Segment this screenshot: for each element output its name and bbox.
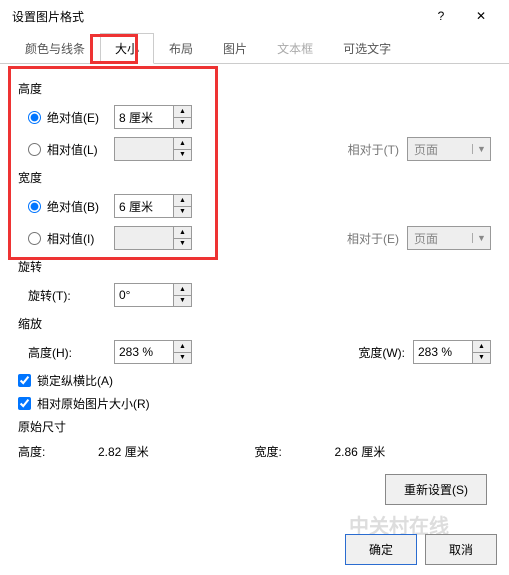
- width-absolute-radio[interactable]: 绝对值(B): [28, 198, 114, 215]
- width-rel-spinner: ▲▼: [114, 226, 192, 250]
- scale-w-input[interactable]: [414, 341, 472, 363]
- reset-button[interactable]: 重新设置(S): [385, 474, 487, 505]
- scale-h-spinner[interactable]: ▲▼: [114, 340, 192, 364]
- scale-label: 缩放: [18, 315, 491, 332]
- height-abs-spinner[interactable]: ▲▼: [114, 105, 192, 129]
- up-icon[interactable]: ▲: [174, 341, 191, 353]
- height-relative-radio[interactable]: 相对值(L): [28, 141, 114, 158]
- height-relto-value: 页面: [408, 141, 472, 158]
- height-absolute-radio[interactable]: 绝对值(E): [28, 109, 114, 126]
- width-abs-spinner[interactable]: ▲▼: [114, 194, 192, 218]
- down-icon[interactable]: ▼: [473, 353, 490, 364]
- rotate-label: 旋转: [18, 258, 491, 275]
- up-icon: ▲: [174, 138, 191, 150]
- height-rel-radio-label: 相对值(L): [47, 141, 98, 158]
- titlebar: 设置图片格式 ? ✕: [0, 0, 509, 32]
- down-icon[interactable]: ▼: [174, 207, 191, 218]
- tab-alt-text[interactable]: 可选文字: [328, 33, 406, 64]
- height-rel-input: [115, 138, 173, 160]
- orig-w-label: 宽度:: [255, 443, 335, 460]
- chevron-down-icon: ▼: [472, 233, 490, 243]
- width-label: 宽度: [18, 169, 491, 186]
- width-abs-radio-label: 绝对值(B): [47, 198, 99, 215]
- height-relto-label: 相对于(T): [348, 141, 399, 158]
- scale-w-label: 宽度(W):: [358, 344, 405, 361]
- height-abs-radio-label: 绝对值(E): [47, 109, 99, 126]
- width-rel-input: [115, 227, 173, 249]
- width-relto-label: 相对于(E): [347, 230, 399, 247]
- width-relto-select: 页面 ▼: [407, 226, 491, 250]
- down-icon[interactable]: ▼: [174, 353, 191, 364]
- cancel-button[interactable]: 取消: [425, 534, 497, 565]
- lock-aspect-checkbox[interactable]: [18, 374, 31, 387]
- scale-h-input[interactable]: [115, 341, 173, 363]
- down-icon: ▼: [174, 150, 191, 161]
- tab-layout[interactable]: 布局: [154, 33, 208, 64]
- down-icon[interactable]: ▼: [174, 118, 191, 129]
- up-icon[interactable]: ▲: [174, 195, 191, 207]
- width-rel-radio-label: 相对值(I): [47, 230, 94, 247]
- original-label: 原始尺寸: [18, 418, 491, 435]
- orig-w-value: 2.86 厘米: [335, 443, 386, 460]
- tab-picture[interactable]: 图片: [208, 33, 262, 64]
- width-abs-input[interactable]: [115, 195, 173, 217]
- chevron-down-icon: ▼: [472, 144, 490, 154]
- up-icon[interactable]: ▲: [174, 106, 191, 118]
- rel-original-label: 相对原始图片大小(R): [37, 395, 150, 412]
- up-icon[interactable]: ▲: [174, 284, 191, 296]
- lock-aspect-label: 锁定纵横比(A): [37, 372, 113, 389]
- ok-button[interactable]: 确定: [345, 534, 417, 565]
- orig-h-label: 高度:: [18, 443, 98, 460]
- tabs: 颜色与线条 大小 布局 图片 文本框 可选文字: [0, 32, 509, 64]
- width-abs-radio-input[interactable]: [28, 200, 41, 213]
- height-rel-radio-input[interactable]: [28, 143, 41, 156]
- width-relative-radio[interactable]: 相对值(I): [28, 230, 114, 247]
- height-relto-select: 页面 ▼: [407, 137, 491, 161]
- window-title: 设置图片格式: [8, 8, 421, 25]
- up-icon[interactable]: ▲: [473, 341, 490, 353]
- height-abs-input[interactable]: [115, 106, 173, 128]
- height-abs-radio-input[interactable]: [28, 111, 41, 124]
- down-icon[interactable]: ▼: [174, 296, 191, 307]
- close-button[interactable]: ✕: [461, 2, 501, 30]
- height-rel-spinner: ▲▼: [114, 137, 192, 161]
- orig-h-value: 2.82 厘米: [98, 443, 149, 460]
- down-icon: ▼: [174, 239, 191, 250]
- height-label: 高度: [18, 80, 491, 97]
- help-button[interactable]: ?: [421, 2, 461, 30]
- scale-w-spinner[interactable]: ▲▼: [413, 340, 491, 364]
- rotate-field-label: 旋转(T):: [28, 287, 114, 304]
- width-relto-value: 页面: [408, 230, 472, 247]
- tab-color-lines[interactable]: 颜色与线条: [10, 33, 100, 64]
- scale-h-label: 高度(H):: [28, 344, 114, 361]
- tab-textbox: 文本框: [262, 33, 328, 64]
- up-icon: ▲: [174, 227, 191, 239]
- rotate-input[interactable]: [115, 284, 173, 306]
- width-rel-radio-input[interactable]: [28, 232, 41, 245]
- rotate-spinner[interactable]: ▲▼: [114, 283, 192, 307]
- rel-original-checkbox[interactable]: [18, 397, 31, 410]
- tab-size[interactable]: 大小: [100, 33, 154, 64]
